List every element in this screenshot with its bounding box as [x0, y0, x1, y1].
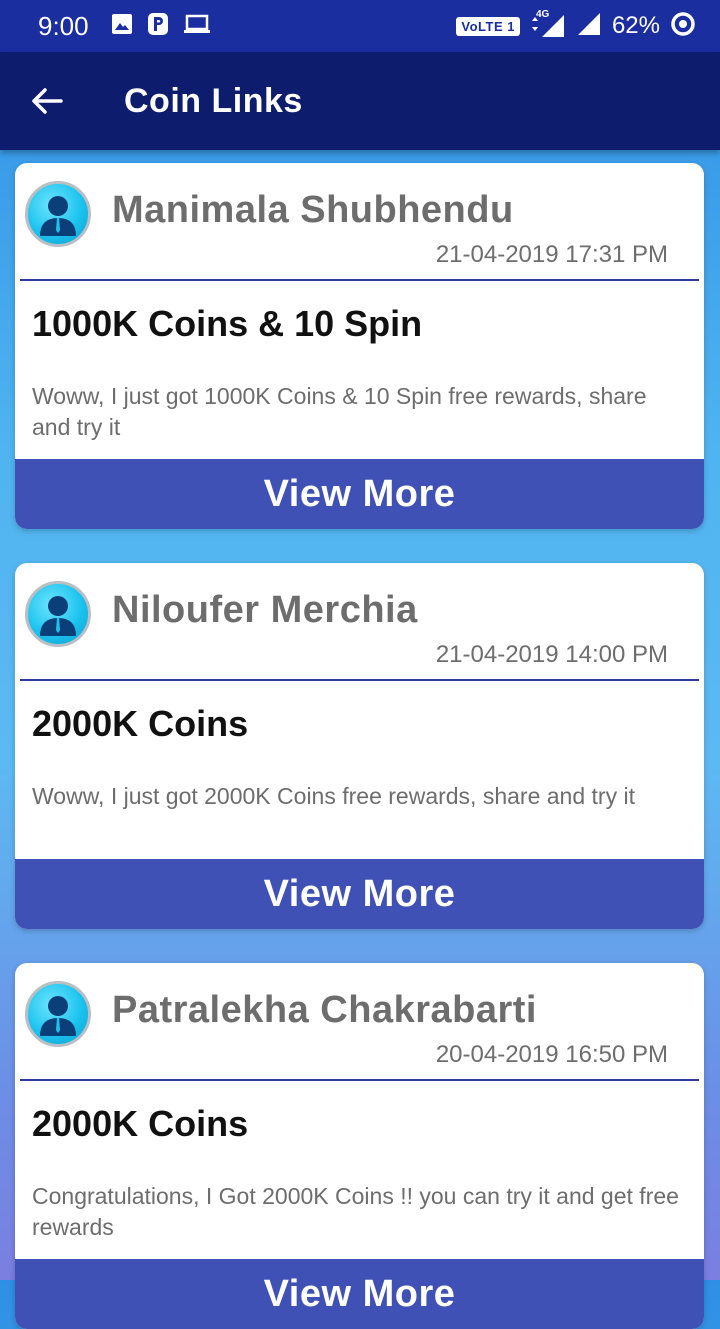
- reward-title: 2000K Coins: [32, 1103, 249, 1144]
- timestamp: 21-04-2019 14:00 PM: [435, 641, 668, 668]
- user-icon: [40, 996, 76, 1036]
- notification-icons: [111, 12, 211, 41]
- user-name: Patralekha Chakrabarti: [112, 989, 537, 1031]
- reward-title: 2000K Coins: [32, 703, 249, 744]
- coin-link-card: Manimala Shubhendu 21-04-2019 17:31 PM 1…: [15, 163, 704, 529]
- status-time: 9:00: [38, 10, 89, 41]
- reward-title: 1000K Coins & 10 Spin: [32, 303, 423, 344]
- image-icon: [111, 13, 133, 40]
- back-button[interactable]: [2, 52, 92, 150]
- system-icons: VoLTE 1 4G 62%: [456, 9, 696, 42]
- reward-description: Woww, I just got 2000K Coins free reward…: [32, 783, 635, 809]
- laptop-icon: [183, 13, 211, 40]
- timestamp: 20-04-2019 16:50 PM: [435, 1041, 668, 1068]
- battery-percent: 62%: [611, 12, 660, 39]
- signal-icon: [576, 11, 602, 42]
- avatar: [25, 981, 91, 1047]
- timestamp: 21-04-2019 17:31 PM: [435, 241, 668, 268]
- view-more-button[interactable]: View More: [15, 459, 704, 529]
- card-header: Manimala Shubhendu 21-04-2019 17:31 PM: [15, 163, 704, 279]
- coin-link-card: Patralekha Chakrabarti 20-04-2019 16:50 …: [15, 963, 704, 1329]
- page-title: Coin Links: [124, 81, 303, 120]
- user-name: Niloufer Merchia: [112, 589, 418, 631]
- parking-icon: [147, 12, 169, 41]
- user-icon: [40, 196, 76, 236]
- card-header: Patralekha Chakrabarti 20-04-2019 16:50 …: [15, 963, 704, 1079]
- view-more-button[interactable]: View More: [15, 859, 704, 929]
- app-bar: Coin Links: [0, 52, 720, 150]
- coin-link-card: Niloufer Merchia 21-04-2019 14:00 PM 200…: [15, 563, 704, 929]
- battery-saver-icon: [670, 11, 696, 42]
- back-arrow-icon: [32, 88, 63, 114]
- reward-description: Congratulations, I Got 2000K Coins !! yo…: [32, 1183, 679, 1240]
- volte-badge: VoLTE 1: [456, 16, 520, 36]
- avatar: [25, 581, 91, 647]
- user-name: Manimala Shubhendu: [112, 189, 514, 231]
- avatar: [25, 181, 91, 247]
- status-bar: 9:00 VoLTE 1 4G 62%: [0, 0, 720, 52]
- reward-description: Woww, I just got 1000K Coins & 10 Spin f…: [32, 383, 647, 440]
- view-more-button[interactable]: View More: [15, 1259, 704, 1329]
- mobile-data-icon: 4G: [530, 9, 566, 39]
- card-header: Niloufer Merchia 21-04-2019 14:00 PM: [15, 563, 704, 679]
- user-icon: [40, 596, 76, 636]
